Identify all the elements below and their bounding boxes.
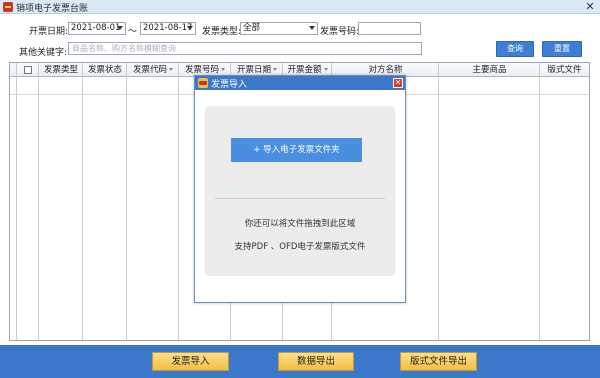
file-drop-zone[interactable]: + 导入电子发票文件夹 你还可以将文件拖拽到此区域 支持PDF 、OFD电子发票… (205, 106, 395, 276)
import-folder-button[interactable]: + 导入电子发票文件夹 (231, 138, 362, 162)
invoice-import-button[interactable]: 发票导入 (152, 352, 229, 371)
dialog-title: 发票导入 (211, 80, 248, 90)
action-bar: 发票导入 数据导出 版式文件导出 (0, 345, 600, 378)
chevron-down-icon (309, 26, 315, 30)
date-to-value: 2021-08-17 (143, 23, 193, 33)
column-header-type[interactable]: 发票类型 (39, 63, 83, 77)
window-close-button[interactable]: ✕ (584, 0, 596, 13)
invoice-import-dialog: 发票导入 ✕ + 导入电子发票文件夹 你还可以将文件拖拽到此区域 支持PDF 、… (194, 75, 406, 303)
app-icon (198, 78, 208, 88)
date-from-picker[interactable]: 2021-08-01 (68, 22, 126, 35)
filter-panel: 开票日期: 2021-08-01 ～ 2021-08-17 发票类型: 全部 发… (0, 14, 600, 60)
filter-icon[interactable] (169, 68, 173, 71)
column-header-code[interactable]: 发票代码 (127, 63, 179, 77)
keyword-input[interactable]: 商品名称、购方名称模糊查询 (68, 42, 422, 55)
column-header-goods[interactable]: 主要商品 (439, 63, 540, 77)
column-header-layout-file[interactable]: 版式文件 (540, 63, 589, 77)
window-title: 销项电子发票台账 (16, 4, 89, 14)
dialog-titlebar: 发票导入 ✕ (195, 76, 405, 90)
format-hint: 支持PDF 、OFD电子发票版式文件 (234, 242, 366, 252)
filter-icon[interactable] (273, 68, 277, 71)
app-icon (3, 2, 13, 12)
invoice-type-label: 发票类型: (202, 27, 242, 37)
filter-icon[interactable] (221, 68, 225, 71)
invoice-number-input[interactable] (358, 22, 421, 35)
divider (215, 198, 385, 199)
chevron-down-icon (117, 26, 123, 30)
layout-file-export-button[interactable]: 版式文件导出 (400, 352, 477, 371)
chevron-down-icon (187, 26, 193, 30)
filter-icon[interactable] (323, 68, 328, 71)
dialog-close-button[interactable]: ✕ (393, 78, 403, 88)
date-to-picker[interactable]: 2021-08-17 (140, 22, 196, 35)
date-from-value: 2021-08-01 (71, 23, 121, 33)
drag-hint: 你还可以将文件拖拽到此区域 (244, 219, 356, 229)
select-all-checkbox[interactable] (24, 66, 32, 74)
invoice-type-select[interactable]: 全部 (240, 22, 318, 35)
date-range-separator: ～ (128, 27, 138, 37)
date-label: 开票日期: (29, 27, 69, 37)
invoice-type-value: 全部 (243, 23, 261, 33)
invoice-number-label: 发票号码: (320, 27, 360, 37)
window-titlebar: 销项电子发票台账 ✕ (0, 0, 600, 14)
keyword-label: 其他关键字: (19, 48, 68, 58)
search-button[interactable]: 查询 (496, 41, 534, 57)
reset-button[interactable]: 重置 (542, 41, 582, 57)
data-export-button[interactable]: 数据导出 (278, 352, 354, 371)
column-header-status[interactable]: 发票状态 (83, 63, 127, 77)
